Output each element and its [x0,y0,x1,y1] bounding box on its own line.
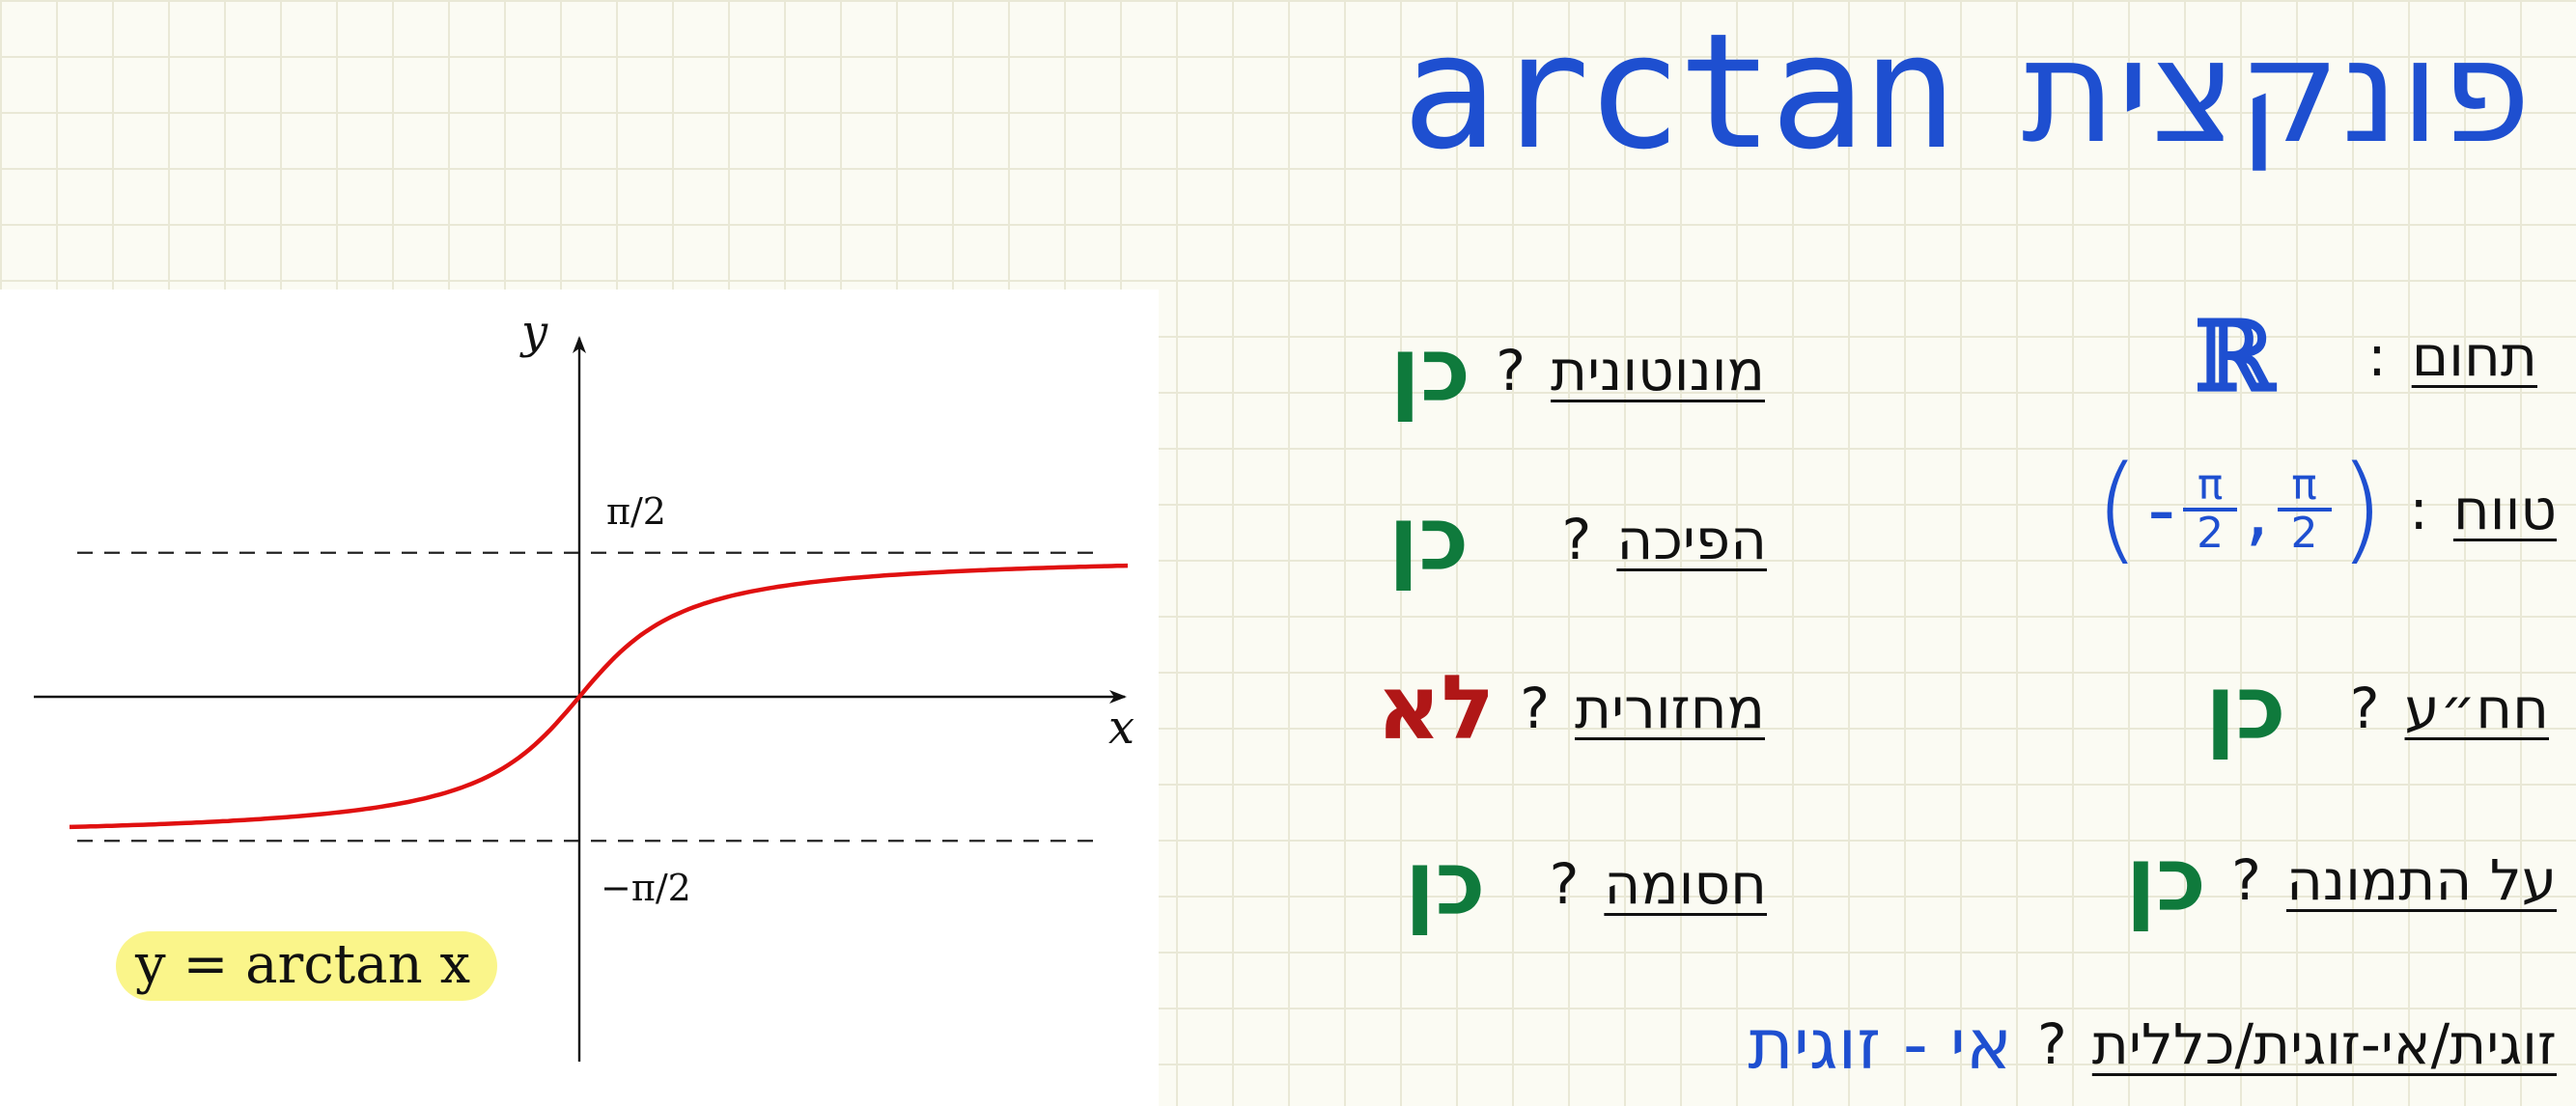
function-label: y = arctan x [134,933,470,996]
asymptote-label: −π/2 [601,867,691,909]
arctan-plot: π/2 −π/2 x y y = arctan x [0,290,1159,1106]
range-close-paren: ) [2338,442,2385,576]
x-axis-label: x [1108,701,1134,755]
range-lower-den: 2 [2197,509,2225,558]
domain-label: תחום [2411,323,2537,389]
range-upper-den: 2 [2290,509,2318,558]
bounded-answer: כן [1404,832,1486,935]
onto-label: על התמונה [2285,846,2557,913]
periodic-label: מחזורית [1575,675,1765,741]
monotonic-label: מונוטונית [1551,337,1765,403]
range-comma: , [2245,464,2270,555]
invertible-question: ? [1561,506,1592,572]
title-function-name: arctan [1401,0,1958,184]
property-bounded: חסומה ? כן [1405,832,1767,935]
page-title: arctan פונקצית [1401,0,2533,184]
parity-question: ? [2037,1011,2067,1077]
parity-label: זוגית/אי-זוגית/כללית [2091,1011,2557,1077]
monotonic-question: ? [1496,337,1526,403]
onto-answer: כן [2125,828,2207,931]
property-invertible: הפיכה ? כן [1388,487,1767,591]
invertible-answer: כן [1387,487,1470,591]
property-parity: זוגית/אי-זוגית/כללית ? אי - זוגית [1748,1004,2557,1085]
property-range: טווח : ( - π 2 , π 2 ) [2094,452,2557,567]
property-onto: על התמונה ? כן [2125,828,2557,931]
property-one-to-one: חח״ע ? כן [2205,656,2549,760]
range-value: ( - π 2 , π 2 ) [2094,452,2384,567]
domain-colon: : [2367,323,2387,389]
one-to-one-question: ? [2349,675,2380,741]
range-minus: - [2147,464,2176,555]
range-colon: : [2409,477,2428,542]
property-domain: תחום : ℝ [2195,299,2537,413]
title-hebrew: פונקצית [2021,9,2533,175]
one-to-one-label: חח״ע [2404,675,2549,741]
monotonic-answer: כן [1389,318,1471,422]
chart-svg: π/2 −π/2 x y y = arctan x [34,305,1134,1062]
periodic-answer: לא [1376,656,1496,760]
one-to-one-answer: כן [2205,656,2286,760]
property-periodic: מחזורית ? לא [1377,656,1765,760]
onto-question: ? [2231,846,2261,913]
parity-answer: אי - זוגית [1748,1004,2012,1085]
range-upper-num: π [2291,459,2317,510]
range-label: טווח [2452,477,2557,542]
asymptote-label: π/2 [606,490,666,533]
bounded-label: חסומה [1604,850,1767,917]
bounded-question: ? [1549,850,1580,917]
y-axis-label: y [519,305,548,359]
domain-value: ℝ [2195,299,2276,413]
range-lower-fraction: π 2 [2183,459,2238,558]
invertible-label: הפיכה [1616,506,1767,572]
periodic-question: ? [1520,675,1550,741]
property-monotonic: מונוטונית ? כן [1390,318,1765,422]
range-open-paren: ( [2094,442,2141,576]
range-lower-num: π [2197,459,2224,510]
range-upper-fraction: π 2 [2277,459,2332,558]
